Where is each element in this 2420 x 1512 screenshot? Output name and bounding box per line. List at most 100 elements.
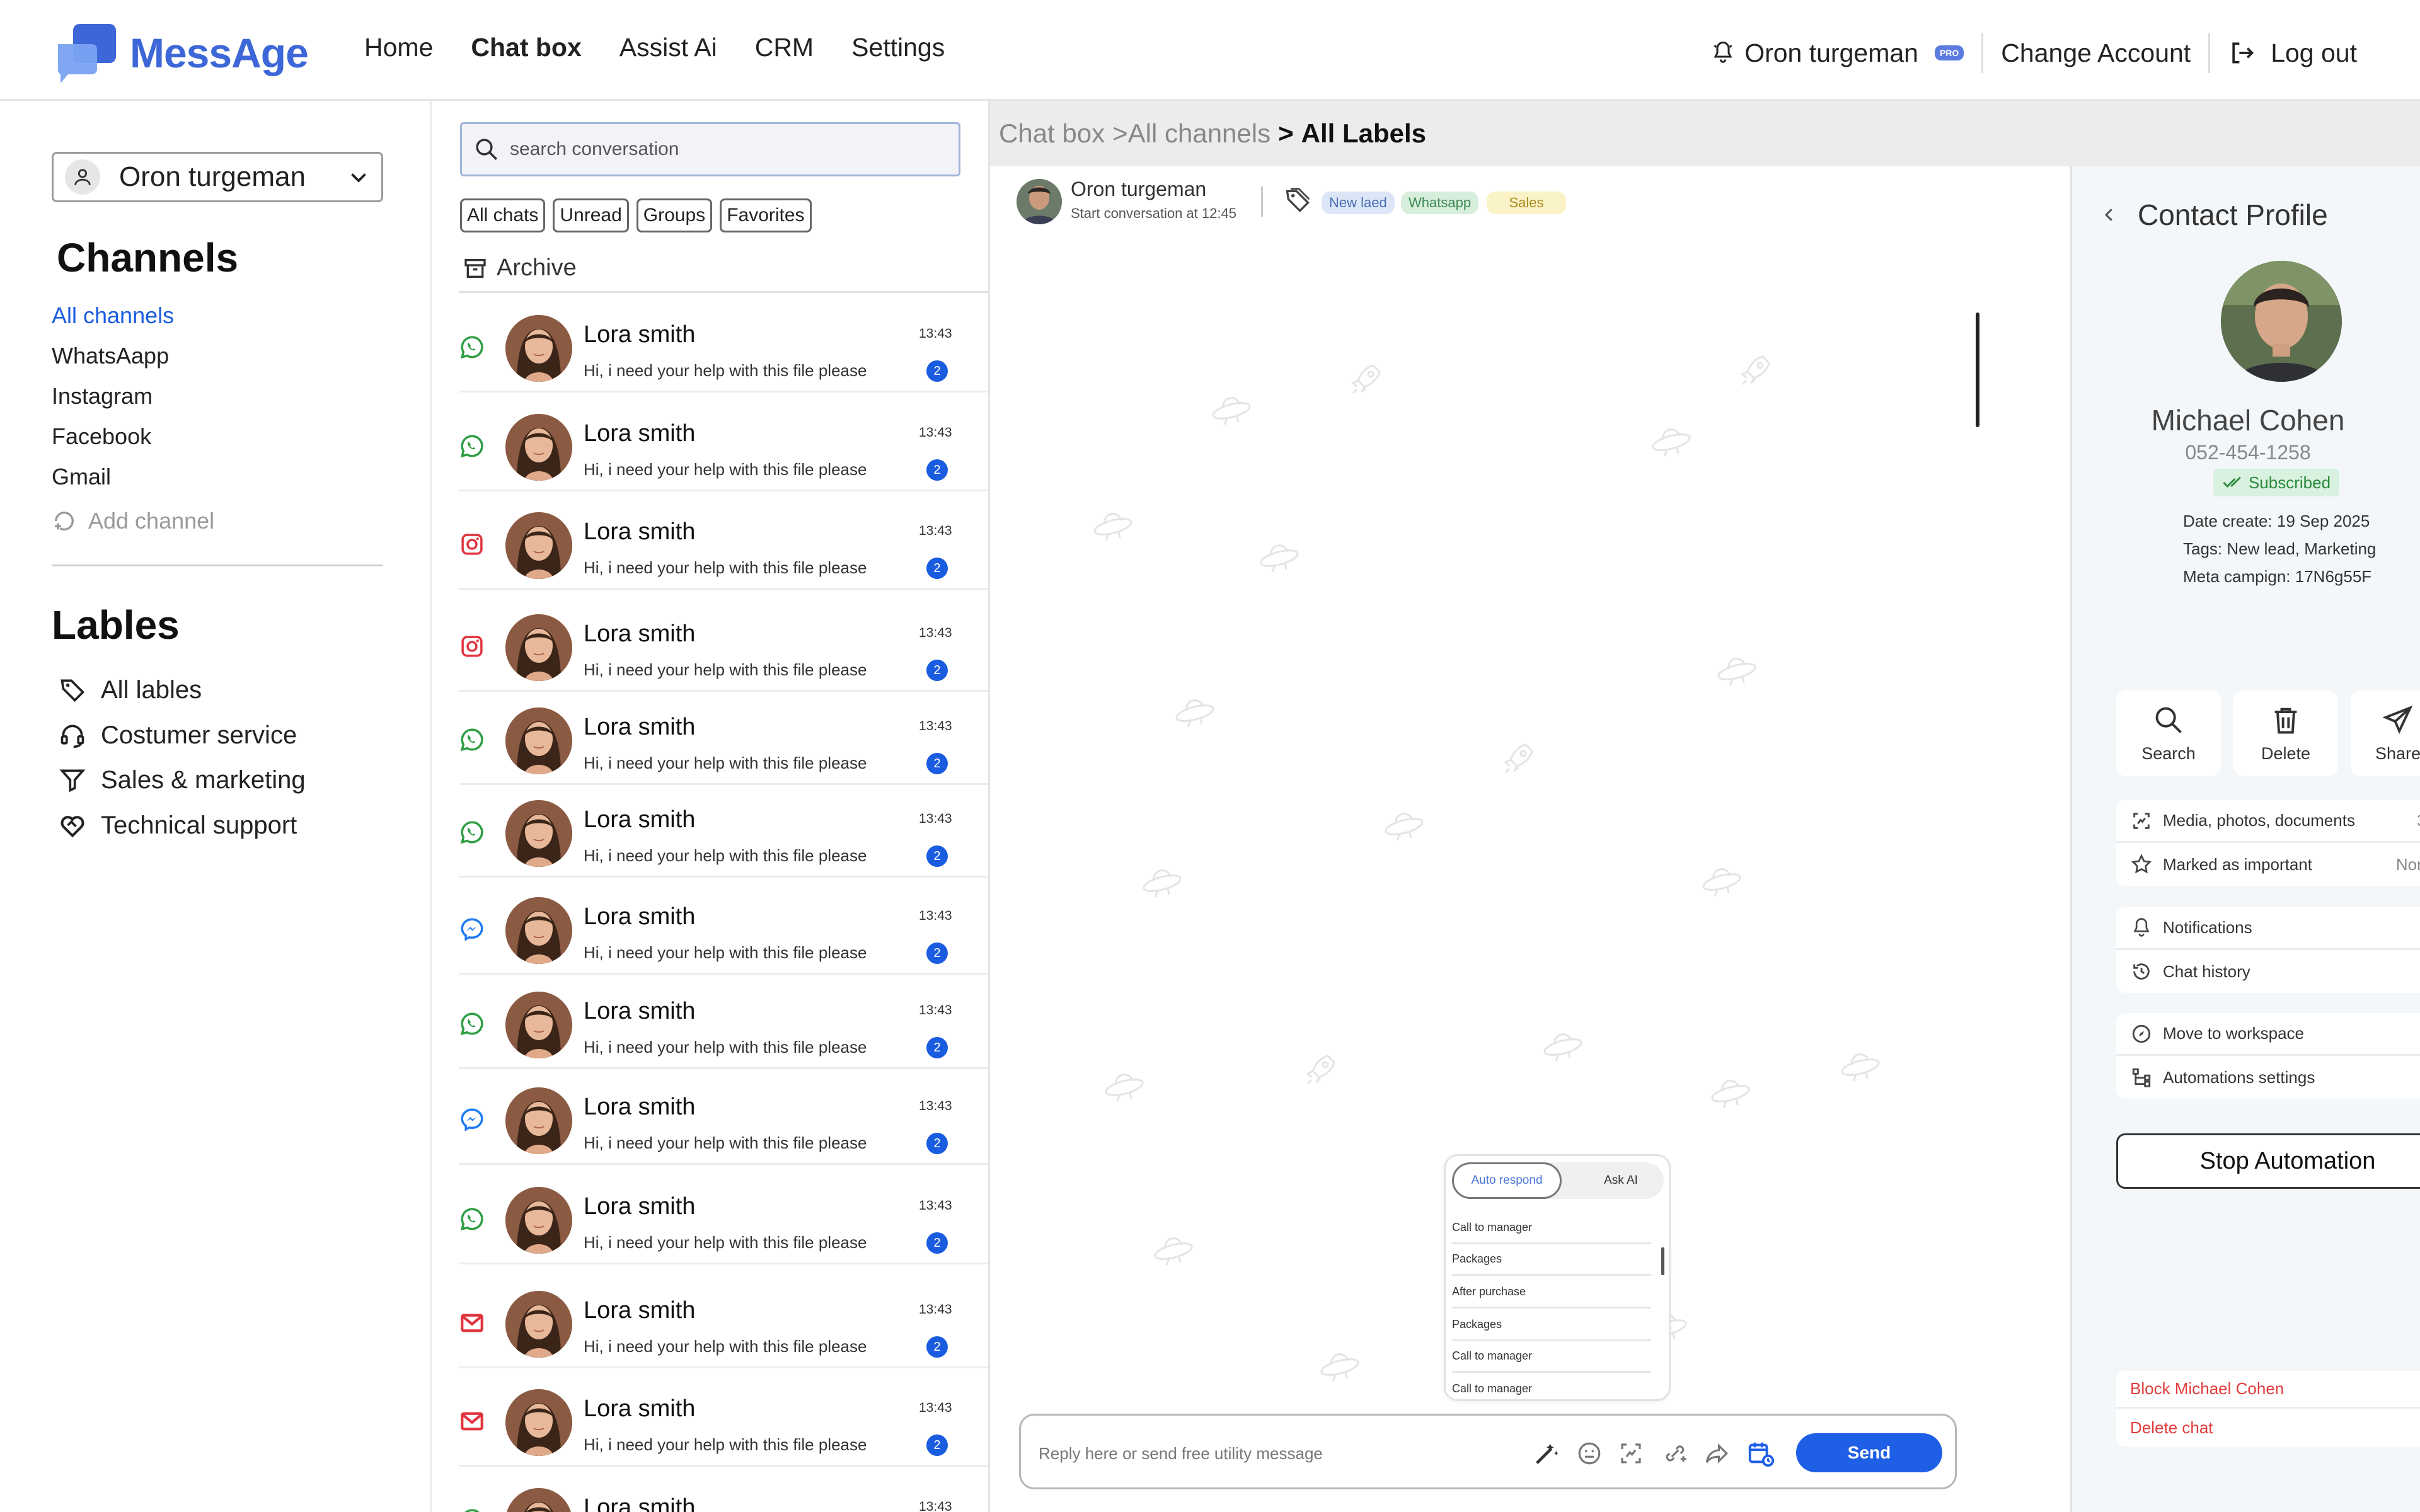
nav-assist-ai[interactable]: Assist Ai [619, 33, 717, 62]
bell-icon[interactable] [1712, 40, 1734, 66]
automations-label: Automations settings [2163, 1067, 2315, 1087]
logout-button[interactable]: Log out [2271, 38, 2357, 68]
add-channel-label: Add channel [88, 508, 215, 534]
search-box [460, 122, 960, 176]
filter-all-chats[interactable]: All chats [460, 198, 546, 232]
tab-ask-ai[interactable]: Ask AI [1578, 1162, 1664, 1199]
delete-label: Delete [2261, 743, 2311, 763]
ai-popup-scrollbar[interactable] [1661, 1247, 1664, 1275]
profile-delete-button[interactable]: Delete [2233, 690, 2338, 776]
unread-badge: 2 [926, 845, 948, 867]
tab-auto-respond[interactable]: Auto respond [1452, 1162, 1562, 1199]
account-user-name[interactable]: Oron turgeman [1744, 38, 1918, 68]
conversation-preview: Hi, i need your help with this file plea… [584, 943, 867, 962]
move-workspace-row[interactable]: Move to workspace [2116, 1013, 2420, 1056]
schedule-calendar-icon[interactable] [1746, 1438, 1776, 1469]
conversation-row[interactable]: Lora smith Hi, i need your help with this… [459, 1271, 988, 1368]
ai-suggestion-item[interactable]: Packages [1452, 1244, 1651, 1276]
conversation-row[interactable]: Lora smith Hi, i need your help with this… [459, 1369, 988, 1467]
conversation-row[interactable]: Lora smith Hi, i need your help with this… [459, 971, 988, 1069]
ufo-doodle-icon [1140, 862, 1184, 900]
user-select-dropdown[interactable]: Oron turgeman [52, 152, 383, 202]
divider [1981, 33, 1984, 73]
avatar[interactable] [2221, 261, 2342, 382]
conversation-row[interactable]: Lora smith Hi, i need your help with this… [459, 780, 988, 878]
add-channel-button[interactable]: Add channel [52, 508, 214, 534]
workspace-automation-group: Move to workspace Automations settings [2116, 1013, 2420, 1099]
nav-chat-box[interactable]: Chat box [471, 33, 581, 62]
attach-link-icon[interactable] [1660, 1438, 1690, 1469]
search-conversation-input[interactable] [510, 139, 938, 160]
conversation-row[interactable]: Lora smith Hi, i need your help with this… [459, 594, 988, 692]
automations-row[interactable]: Automations settings [2116, 1056, 2420, 1099]
main-nav: Home Chat box Assist Ai CRM Settings [364, 33, 982, 62]
label-technical-support[interactable]: Technical support [58, 811, 297, 840]
ai-suggestion-item[interactable]: Call to manager [1452, 1213, 1651, 1244]
profile-search-button[interactable]: Search [2116, 690, 2221, 776]
channel-facebook[interactable]: Facebook [52, 423, 151, 450]
ai-suggestion-item[interactable]: After purchase [1452, 1277, 1651, 1309]
label-sales-marketing[interactable]: Sales & marketing [58, 765, 306, 794]
scan-icon[interactable] [1616, 1438, 1646, 1469]
avatar [505, 800, 572, 867]
tag-whatsapp[interactable]: Whatsapp [1401, 192, 1479, 214]
change-account-link[interactable]: Change Account [2001, 38, 2191, 68]
ai-suggestion-item[interactable]: Call to manager [1452, 1373, 1651, 1404]
chat-scrollbar[interactable] [1976, 312, 1979, 427]
channel-all[interactable]: All channels [52, 302, 174, 329]
logout-icon[interactable] [2228, 39, 2256, 67]
nav-home[interactable]: Home [364, 33, 433, 62]
ufo-doodle-icon [1700, 861, 1744, 898]
whatsapp-icon [459, 334, 485, 360]
filter-favorites[interactable]: Favorites [720, 198, 812, 232]
tag-new-lead[interactable]: New laed [1322, 192, 1395, 214]
notifications-row[interactable]: Notifications [2116, 907, 2420, 950]
ufo-doodle-icon [1102, 1066, 1146, 1104]
send-button[interactable]: Send [1796, 1433, 1942, 1472]
conversation-row[interactable]: Lora smith Hi, i need your help with this… [459, 1067, 988, 1165]
filter-groups[interactable]: Groups [636, 198, 713, 232]
filter-unread[interactable]: Unread [553, 198, 629, 232]
chat-header: Oron turgeman Start conversation at 12:4… [1017, 176, 1710, 231]
stop-automation-button[interactable]: Stop Automation [2116, 1133, 2420, 1189]
important-row[interactable]: Marked as important None [2116, 843, 2420, 886]
message-input[interactable] [1039, 1438, 1518, 1469]
ai-suggestion-item[interactable]: Packages [1452, 1310, 1651, 1341]
ufo-doodle-icon [1091, 505, 1135, 543]
conversation-row[interactable]: Lora smith 13:43 [459, 1468, 988, 1512]
label-customer-service[interactable]: Costumer service [58, 721, 297, 750]
nav-crm[interactable]: CRM [755, 33, 814, 62]
ai-suggestion-item[interactable]: Call to manager [1452, 1341, 1651, 1373]
media-row[interactable]: Media, photos, documents 30 [2116, 800, 2420, 843]
conversation-row[interactable]: Lora smith Hi, i need your help with this… [459, 687, 988, 785]
archive-row[interactable]: Archive [463, 255, 577, 282]
ufo-doodle-icon [1209, 389, 1253, 427]
conversation-row[interactable]: Lora smith Hi, i need your help with this… [459, 877, 988, 975]
block-contact-button[interactable]: Block Michael Cohen [2116, 1371, 2420, 1409]
emoji-icon[interactable] [1574, 1438, 1605, 1469]
breadcrumb-chat-box[interactable]: Chat box [999, 118, 1105, 149]
magic-wand-icon[interactable] [1531, 1438, 1562, 1469]
avatar[interactable] [1017, 179, 1062, 224]
label-all[interactable]: All lables [58, 675, 202, 704]
tag-sales[interactable]: Sales [1487, 192, 1566, 214]
conversation-preview: Hi, i need your help with this file plea… [584, 558, 867, 577]
profile-share-button[interactable]: Share [2351, 690, 2420, 776]
nav-settings[interactable]: Settings [851, 33, 945, 62]
logo[interactable]: MessAge [55, 21, 309, 84]
messenger-icon [459, 1106, 485, 1133]
conversation-row[interactable]: Lora smith Hi, i need your help with this… [459, 492, 988, 590]
conversation-row[interactable]: Lora smith Hi, i need your help with this… [459, 295, 988, 392]
forward-icon[interactable] [1702, 1438, 1732, 1469]
chevron-left-icon[interactable] [2100, 205, 2119, 224]
conversation-row[interactable]: Lora smith Hi, i need your help with this… [459, 394, 988, 491]
tag-icon[interactable] [1284, 186, 1311, 214]
chat-history-row[interactable]: Chat history [2116, 950, 2420, 993]
delete-chat-button[interactable]: Delete chat [2116, 1409, 2420, 1446]
conversation-row[interactable]: Lora smith Hi, i need your help with this… [459, 1167, 988, 1264]
channel-instagram[interactable]: Instagram [52, 383, 153, 410]
instagram-icon [459, 531, 485, 558]
breadcrumb-all-channels[interactable]: >All channels [1112, 118, 1270, 149]
channel-gmail[interactable]: Gmail [52, 464, 111, 490]
channel-whatsapp[interactable]: WhatsAapp [52, 343, 169, 369]
